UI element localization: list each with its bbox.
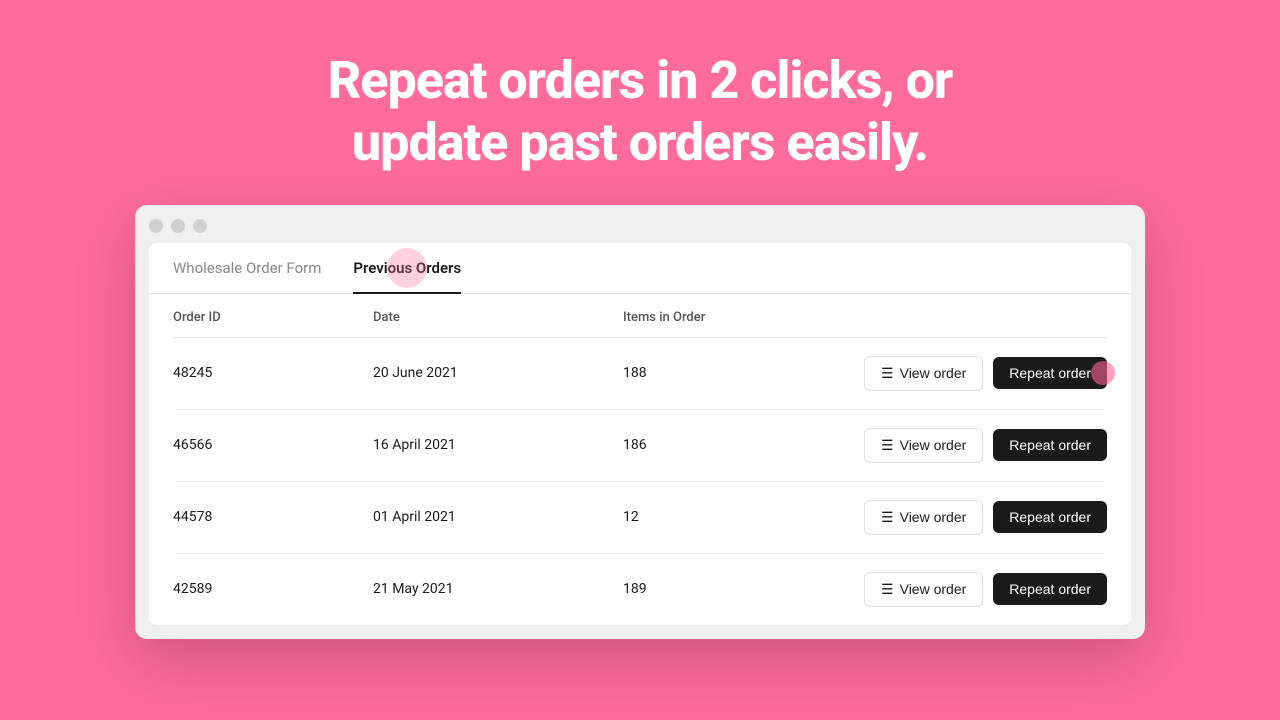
- row-actions-3: ☰ View order Repeat order: [864, 500, 1107, 535]
- order-items-4: 189: [623, 581, 864, 597]
- row-actions-2: ☰ View order Repeat order: [864, 428, 1107, 463]
- browser-dot-green: [193, 219, 207, 233]
- table-row: 44578 01 April 2021 12 ☰ View order Repe…: [173, 482, 1107, 554]
- repeat-order-button-1[interactable]: Repeat order: [993, 357, 1107, 389]
- row-actions-1: ☰ View order Repeat order: [864, 356, 1107, 391]
- repeat-order-button-2[interactable]: Repeat order: [993, 429, 1107, 461]
- orders-table: Order ID Date Items in Order 48245 20 Ju…: [149, 294, 1131, 625]
- order-id-4: 42589: [173, 581, 373, 597]
- table-row: 42589 21 May 2021 189 ☰ View order Repea…: [173, 554, 1107, 625]
- order-items-2: 186: [623, 437, 864, 453]
- doc-icon: ☰: [881, 365, 894, 382]
- repeat-order-button-4[interactable]: Repeat order: [993, 573, 1107, 605]
- table-row: 48245 20 June 2021 188 ☰ View order Repe…: [173, 338, 1107, 410]
- browser-content: Wholesale Order Form Previous Orders Ord…: [149, 243, 1131, 625]
- order-date-3: 01 April 2021: [373, 509, 623, 525]
- repeat-order-button-3[interactable]: Repeat order: [993, 501, 1107, 533]
- table-header: Order ID Date Items in Order: [173, 294, 1107, 338]
- tab-wholesale[interactable]: Wholesale Order Form: [173, 243, 321, 293]
- doc-icon: ☰: [881, 509, 894, 526]
- view-order-button-2[interactable]: ☰ View order: [864, 428, 983, 463]
- click-cursor: [1091, 361, 1115, 385]
- hero-section: Repeat orders in 2 clicks, or update pas…: [308, 0, 973, 205]
- order-items-3: 12: [623, 509, 864, 525]
- row-actions-4: ☰ View order Repeat order: [864, 572, 1107, 607]
- order-date-4: 21 May 2021: [373, 581, 623, 597]
- doc-icon: ☰: [881, 437, 894, 454]
- browser-dot-yellow: [171, 219, 185, 233]
- order-id-1: 48245: [173, 365, 373, 381]
- browser-dot-red: [149, 219, 163, 233]
- order-items-1: 188: [623, 365, 864, 381]
- view-order-button-3[interactable]: ☰ View order: [864, 500, 983, 535]
- col-items: Items in Order: [623, 310, 1107, 325]
- view-order-button-1[interactable]: ☰ View order: [864, 356, 983, 391]
- order-date-1: 20 June 2021: [373, 365, 623, 381]
- order-date-2: 16 April 2021: [373, 437, 623, 453]
- hero-line2: update past orders easily.: [352, 112, 928, 173]
- hero-line1: Repeat orders in 2 clicks, or: [328, 50, 953, 111]
- table-row: 46566 16 April 2021 186 ☰ View order Rep…: [173, 410, 1107, 482]
- col-order-id: Order ID: [173, 310, 373, 325]
- tabs-bar: Wholesale Order Form Previous Orders: [149, 243, 1131, 294]
- col-date: Date: [373, 310, 623, 325]
- browser-window: Wholesale Order Form Previous Orders Ord…: [135, 205, 1145, 639]
- order-id-3: 44578: [173, 509, 373, 525]
- tab-previous-orders[interactable]: Previous Orders: [353, 243, 461, 293]
- browser-chrome: [149, 219, 1131, 233]
- order-id-2: 46566: [173, 437, 373, 453]
- view-order-button-4[interactable]: ☰ View order: [864, 572, 983, 607]
- doc-icon: ☰: [881, 581, 894, 598]
